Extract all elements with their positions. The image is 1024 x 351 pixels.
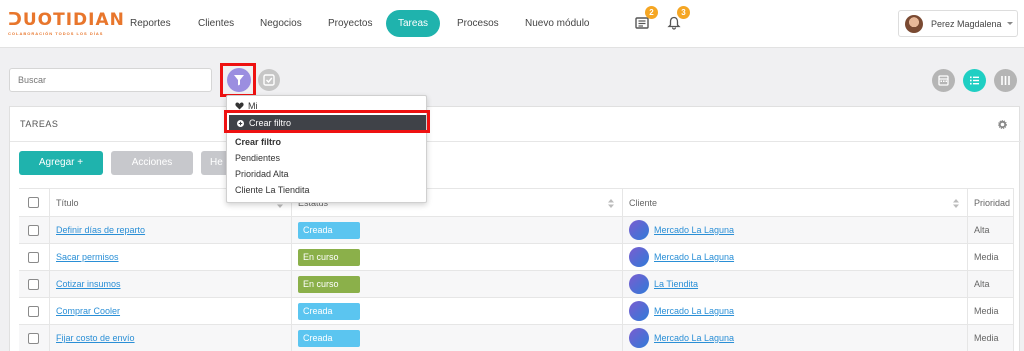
nav-item-nuevo-modulo[interactable]: Nuevo módulo [525,10,589,37]
columns-icon [1001,76,1010,85]
status-badge[interactable]: Creada [298,302,360,320]
task-title-link[interactable]: Cotizar insumos [56,279,121,289]
column-label-prioridad: Prioridad [974,197,1011,208]
client-avatar [629,328,649,348]
list-icon [970,76,979,85]
chevron-down-icon [1007,22,1013,25]
nav-item-reportes[interactable]: Reportes [130,10,171,37]
client-avatar [629,247,649,267]
panel-divider [10,141,1021,142]
dd-section-header: Crear filtro [235,137,282,147]
calendar-icon [938,75,949,86]
nav-item-clientes[interactable]: Clientes [198,10,234,37]
messages-icon[interactable] [635,16,649,30]
row-checkbox[interactable] [28,332,39,344]
status-badge[interactable]: En curso [298,248,360,266]
row-checkbox[interactable] [28,278,39,290]
nav-item-procesos[interactable]: Procesos [457,10,499,37]
task-title-link[interactable]: Comprar Cooler [56,306,120,316]
create-filter-highlight [224,110,430,133]
row-checkbox[interactable] [28,305,39,317]
client-avatar [629,274,649,294]
dd-filter-pendientes[interactable]: Pendientes [235,153,280,163]
priority-value: Alta [974,279,990,289]
sort-icon [608,199,614,208]
table-row[interactable]: Definir días de reparto Creada Mercado La … [19,217,1014,244]
row-checkbox[interactable] [28,251,39,263]
client-link[interactable]: Mercado La Laguna [654,225,734,235]
client-link[interactable]: Mercado La Laguna [654,306,734,316]
status-badge[interactable]: En curso [298,275,360,293]
logo-wordmark: ᑐUOTIDIAN [8,10,125,30]
task-title-link[interactable]: Fijar costo de envío [56,333,135,343]
messages-badge: 2 [645,6,658,19]
nav-item-proyectos[interactable]: Proyectos [328,10,372,37]
priority-value: Alta [974,225,990,235]
select-all-checkbox[interactable] [28,197,39,208]
user-menu[interactable]: Perez Magdalena [898,10,1018,37]
client-avatar [629,220,649,240]
priority-value: Media [974,333,999,343]
board-view-button[interactable] [994,69,1017,92]
client-avatar [629,301,649,321]
dd-filter-cliente-la-tiendita[interactable]: Cliente La Tiendita [235,185,310,195]
priority-value: Media [974,306,999,316]
status-badge[interactable]: Creada [298,329,360,347]
dd-filter-prioridad-alta[interactable]: Prioridad Alta [235,169,289,179]
logo-tagline: COLABORACIÓN TODOS LOS DÍAS [8,31,104,36]
row-checkbox[interactable] [28,224,39,236]
column-header-cliente[interactable]: Cliente [622,189,967,216]
status-badge[interactable]: Creada [298,221,360,239]
nav-item-tareas[interactable]: Tareas [386,10,440,37]
column-label-cliente: Cliente [629,197,658,208]
gear-icon[interactable] [998,120,1007,129]
task-title-link[interactable]: Definir días de reparto [56,225,145,235]
panel-title: TAREAS [20,119,59,129]
search-input[interactable]: Buscar [9,68,212,92]
sort-icon [953,199,959,208]
table-row[interactable]: Cotizar insumos En curso La Tiendita Alta [19,271,1014,298]
bell-icon[interactable] [667,16,681,30]
user-name: Perez Magdalena [931,19,1002,29]
filter-button-highlight [220,63,256,97]
table-row[interactable]: Comprar Cooler Creada Mercado La Laguna Med… [19,298,1014,325]
column-label-titulo: Título [56,197,79,208]
completed-filter-button[interactable] [258,69,280,91]
client-link[interactable]: Mercado La Laguna [654,333,734,343]
task-title-link[interactable]: Sacar permisos [56,252,119,262]
nav-item-negocios[interactable]: Negocios [260,10,302,37]
table-row[interactable]: Sacar permisos En curso Mercado La Laguna M… [19,244,1014,271]
top-navbar: ᑐUOTIDIAN COLABORACIÓN TODOS LOS DÍAS Re… [0,0,1024,48]
heart-icon [235,102,244,110]
checkbox-icon [263,74,275,86]
client-link[interactable]: La Tiendita [654,279,698,289]
add-task-button[interactable]: Agregar + [19,151,103,175]
priority-value: Media [974,252,999,262]
app-logo[interactable]: ᑐUOTIDIAN COLABORACIÓN TODOS LOS DÍAS [8,10,125,37]
user-avatar [905,15,923,33]
client-link[interactable]: Mercado La Laguna [654,252,734,262]
notifications-badge: 3 [677,6,690,19]
calendar-view-button[interactable] [932,69,955,92]
column-header-prioridad[interactable]: Prioridad [967,189,1014,216]
tasks-panel: TAREAS Agregar + Acciones He Título Esta… [9,106,1021,351]
actions-button[interactable]: Acciones [111,151,193,175]
table-row[interactable]: Fijar costo de envío Creada Mercado La Lag… [19,325,1014,351]
table-header: Título Estatus Cliente Prioridad [19,188,1014,217]
list-view-button[interactable] [963,69,986,92]
